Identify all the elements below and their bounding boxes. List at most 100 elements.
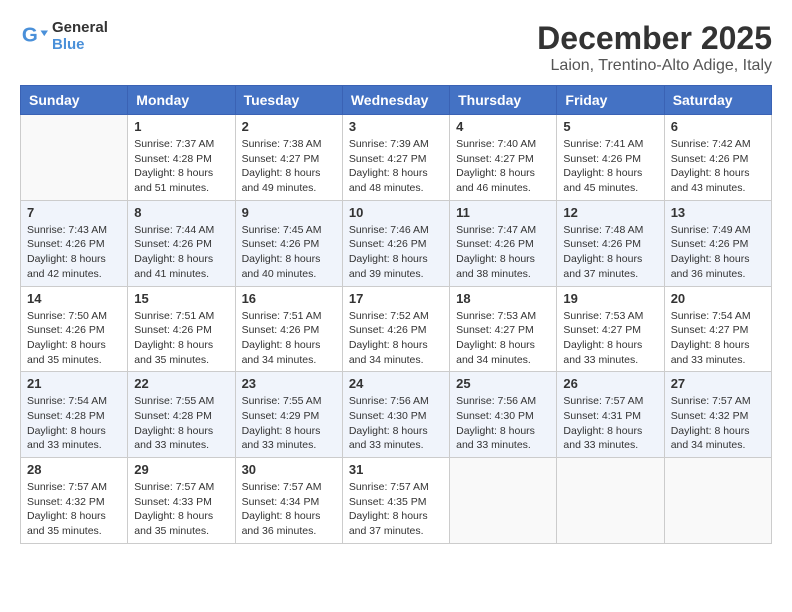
day-info: Sunrise: 7:55 AMSunset: 4:29 PMDaylight:… [242,394,336,453]
logo-line1: General [52,20,108,37]
day-info: Sunrise: 7:51 AMSunset: 4:26 PMDaylight:… [134,309,228,368]
day-info: Sunrise: 7:47 AMSunset: 4:26 PMDaylight:… [456,223,550,282]
day-info: Sunrise: 7:51 AMSunset: 4:26 PMDaylight:… [242,309,336,368]
calendar-cell [557,458,664,544]
day-number: 19 [563,291,657,306]
day-number: 26 [563,376,657,391]
day-number: 4 [456,119,550,134]
day-info: Sunrise: 7:39 AMSunset: 4:27 PMDaylight:… [349,137,443,196]
logo-icon: G [20,23,48,51]
day-number: 16 [242,291,336,306]
day-number: 7 [27,205,121,220]
calendar-cell: 12Sunrise: 7:48 AMSunset: 4:26 PMDayligh… [557,200,664,286]
day-info: Sunrise: 7:53 AMSunset: 4:27 PMDaylight:… [563,309,657,368]
calendar-cell: 2 Sunrise: 7:38 AMSunset: 4:27 PMDaylight… [235,115,342,201]
calendar-cell: 13 Sunrise: 7:49 AMSunset: 4:26 PMDayligh… [664,200,771,286]
day-number: 1 [134,119,228,134]
calendar-cell: 25 Sunrise: 7:56 AMSunset: 4:30 PMDayligh… [450,372,557,458]
calendar-cell: 8Sunrise: 7:44 AMSunset: 4:26 PMDaylight… [128,200,235,286]
column-header-sunday: Sunday [21,86,128,115]
day-info: Sunrise: 7:41 AMSunset: 4:26 PMDaylight:… [563,137,657,196]
day-info: Sunrise: 7:37 AMSunset: 4:28 PMDaylight:… [134,137,228,196]
day-number: 31 [349,462,443,477]
day-number: 18 [456,291,550,306]
calendar-cell: 10 Sunrise: 7:46 AMSunset: 4:26 PMDayligh… [342,200,449,286]
calendar-cell: 4 Sunrise: 7:40 AMSunset: 4:27 PMDaylight… [450,115,557,201]
day-info: Sunrise: 7:45 AMSunset: 4:26 PMDaylight:… [242,223,336,282]
header-row: SundayMondayTuesdayWednesdayThursdayFrid… [21,86,772,115]
day-info: Sunrise: 7:54 AMSunset: 4:28 PMDaylight:… [27,394,121,453]
day-info: Sunrise: 7:57 AMSunset: 4:35 PMDaylight:… [349,480,443,539]
page-header: G General Blue December 2025 Laion, Tren… [20,20,772,75]
day-info: Sunrise: 7:50 AMSunset: 4:26 PMDaylight:… [27,309,121,368]
calendar-cell: 11 Sunrise: 7:47 AMSunset: 4:26 PMDayligh… [450,200,557,286]
day-number: 3 [349,119,443,134]
calendar-cell: 1 Sunrise: 7:37 AMSunset: 4:28 PMDaylight… [128,115,235,201]
day-number: 5 [563,119,657,134]
day-number: 2 [242,119,336,134]
day-info: Sunrise: 7:53 AMSunset: 4:27 PMDaylight:… [456,309,550,368]
calendar-cell: 24Sunrise: 7:56 AMSunset: 4:30 PMDayligh… [342,372,449,458]
calendar-cell: 27Sunrise: 7:57 AMSunset: 4:32 PMDayligh… [664,372,771,458]
day-info: Sunrise: 7:38 AMSunset: 4:27 PMDaylight:… [242,137,336,196]
day-number: 28 [27,462,121,477]
logo: G General Blue [20,20,108,53]
calendar-row-3: 21Sunrise: 7:54 AMSunset: 4:28 PMDayligh… [21,372,772,458]
day-info: Sunrise: 7:57 AMSunset: 4:31 PMDaylight:… [563,394,657,453]
calendar-cell: 19 Sunrise: 7:53 AMSunset: 4:27 PMDayligh… [557,286,664,372]
day-number: 9 [242,205,336,220]
day-info: Sunrise: 7:52 AMSunset: 4:26 PMDaylight:… [349,309,443,368]
calendar-cell: 22Sunrise: 7:55 AMSunset: 4:28 PMDayligh… [128,372,235,458]
calendar-cell: 26 Sunrise: 7:57 AMSunset: 4:31 PMDayligh… [557,372,664,458]
day-number: 17 [349,291,443,306]
column-header-thursday: Thursday [450,86,557,115]
calendar-cell [21,115,128,201]
calendar-cell: 5 Sunrise: 7:41 AMSunset: 4:26 PMDaylight… [557,115,664,201]
column-header-friday: Friday [557,86,664,115]
day-info: Sunrise: 7:57 AMSunset: 4:34 PMDaylight:… [242,480,336,539]
day-number: 13 [671,205,765,220]
day-number: 30 [242,462,336,477]
calendar-cell [450,458,557,544]
calendar-subtitle: Laion, Trentino-Alto Adige, Italy [537,57,772,75]
day-info: Sunrise: 7:56 AMSunset: 4:30 PMDaylight:… [456,394,550,453]
day-number: 24 [349,376,443,391]
calendar-row-0: 1 Sunrise: 7:37 AMSunset: 4:28 PMDaylight… [21,115,772,201]
calendar-cell: 7 Sunrise: 7:43 AMSunset: 4:26 PMDaylight… [21,200,128,286]
day-number: 15 [134,291,228,306]
svg-text:G: G [22,23,38,46]
column-header-monday: Monday [128,86,235,115]
calendar-cell: 9 Sunrise: 7:45 AMSunset: 4:26 PMDaylight… [235,200,342,286]
calendar-cell: 20Sunrise: 7:54 AMSunset: 4:27 PMDayligh… [664,286,771,372]
day-info: Sunrise: 7:49 AMSunset: 4:26 PMDaylight:… [671,223,765,282]
calendar-body: 1 Sunrise: 7:37 AMSunset: 4:28 PMDaylight… [21,115,772,544]
calendar-cell: 6 Sunrise: 7:42 AMSunset: 4:26 PMDaylight… [664,115,771,201]
calendar-cell: 28Sunrise: 7:57 AMSunset: 4:32 PMDayligh… [21,458,128,544]
title-block: December 2025 Laion, Trentino-Alto Adige… [537,20,772,75]
calendar-table: SundayMondayTuesdayWednesdayThursdayFrid… [20,85,772,544]
calendar-row-1: 7 Sunrise: 7:43 AMSunset: 4:26 PMDaylight… [21,200,772,286]
column-header-saturday: Saturday [664,86,771,115]
day-info: Sunrise: 7:40 AMSunset: 4:27 PMDaylight:… [456,137,550,196]
day-info: Sunrise: 7:57 AMSunset: 4:32 PMDaylight:… [671,394,765,453]
day-info: Sunrise: 7:46 AMSunset: 4:26 PMDaylight:… [349,223,443,282]
day-number: 6 [671,119,765,134]
logo-line2: Blue [52,37,108,54]
day-info: Sunrise: 7:57 AMSunset: 4:33 PMDaylight:… [134,480,228,539]
day-info: Sunrise: 7:43 AMSunset: 4:26 PMDaylight:… [27,223,121,282]
day-info: Sunrise: 7:42 AMSunset: 4:26 PMDaylight:… [671,137,765,196]
day-number: 14 [27,291,121,306]
day-number: 10 [349,205,443,220]
logo-text: General Blue [52,20,108,53]
calendar-cell: 21Sunrise: 7:54 AMSunset: 4:28 PMDayligh… [21,372,128,458]
calendar-row-2: 14 Sunrise: 7:50 AMSunset: 4:26 PMDayligh… [21,286,772,372]
day-number: 11 [456,205,550,220]
day-number: 22 [134,376,228,391]
calendar-cell: 15 Sunrise: 7:51 AMSunset: 4:26 PMDayligh… [128,286,235,372]
calendar-cell: 17 Sunrise: 7:52 AMSunset: 4:26 PMDayligh… [342,286,449,372]
day-info: Sunrise: 7:48 AMSunset: 4:26 PMDaylight:… [563,223,657,282]
column-header-tuesday: Tuesday [235,86,342,115]
calendar-cell: 31 Sunrise: 7:57 AMSunset: 4:35 PMDayligh… [342,458,449,544]
day-number: 25 [456,376,550,391]
day-number: 29 [134,462,228,477]
